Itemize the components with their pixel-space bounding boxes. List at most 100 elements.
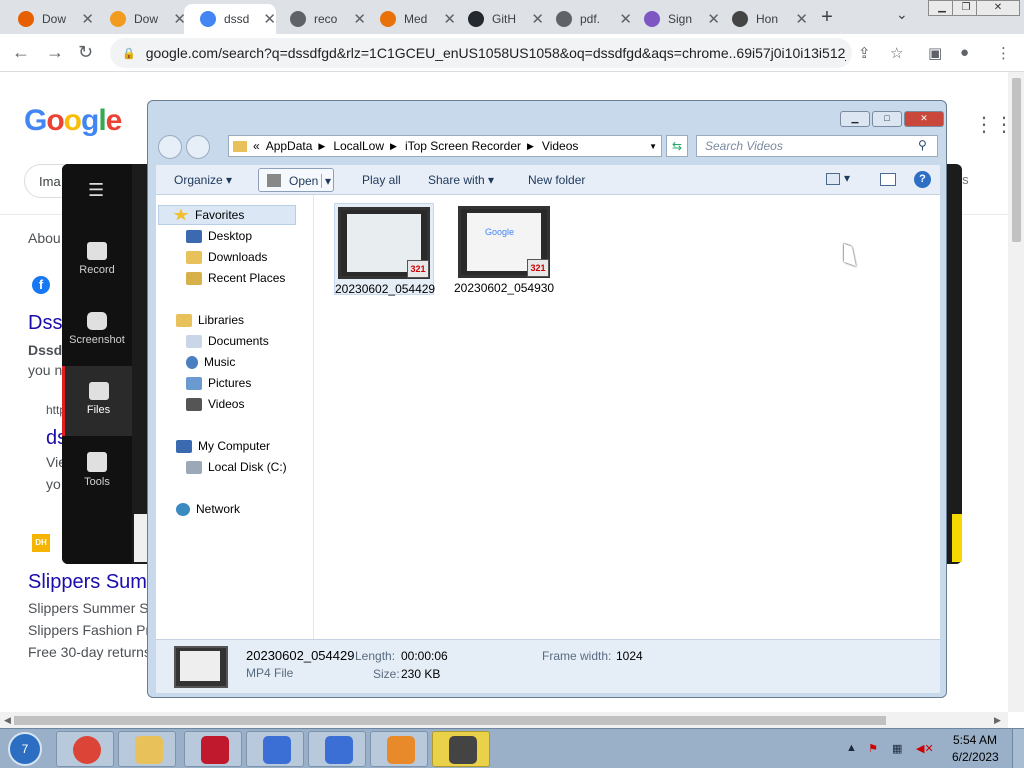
tab-active-google[interactable]: dssd ✕: [184, 4, 276, 34]
start-button[interactable]: 7: [8, 732, 42, 766]
file-item[interactable]: Google 321 20230602_054930: [454, 203, 554, 295]
nav-network[interactable]: Network: [176, 502, 240, 516]
nav-videos[interactable]: Videos: [186, 397, 244, 411]
tab-search-chevron-icon[interactable]: ⌄: [896, 6, 908, 23]
tab-9[interactable]: Hon ✕: [716, 4, 808, 34]
itop-nav-screenshot[interactable]: Screenshot: [62, 296, 132, 366]
tab-6[interactable]: GitH ✕: [452, 4, 544, 34]
volume-muted-icon[interactable]: ◀✕: [916, 742, 934, 755]
google-logo[interactable]: Google: [24, 104, 122, 138]
medium-icon: [380, 11, 396, 27]
close-window-button[interactable]: ✕: [904, 111, 944, 127]
change-view-icon[interactable]: [826, 173, 840, 185]
refresh-icon[interactable]: ⇆: [666, 135, 688, 157]
tray-chevron-up-icon[interactable]: ▲: [846, 742, 857, 754]
profile-avatar-icon[interactable]: ●: [960, 44, 969, 61]
hamburger-menu-icon[interactable]: ☰: [88, 180, 104, 201]
apps-grid-icon[interactable]: ⋮⋮⋮: [974, 112, 1008, 137]
breadcrumb-separator-icon[interactable]: ▶: [527, 141, 534, 152]
open-button[interactable]: Open ▾: [258, 168, 334, 192]
preview-pane-icon[interactable]: [880, 173, 896, 186]
taskbar-video-app[interactable]: [370, 731, 428, 767]
nav-downloads[interactable]: Downloads: [186, 250, 267, 264]
play-all-button[interactable]: Play all: [362, 173, 401, 187]
star-icon[interactable]: ☆: [890, 44, 903, 62]
reload-icon[interactable]: ↻: [78, 42, 93, 63]
new-folder-button[interactable]: New folder: [528, 173, 585, 187]
taskbar-p-app-1[interactable]: [246, 731, 304, 767]
close-icon[interactable]: ✕: [795, 10, 808, 28]
tab-4[interactable]: reco ✕: [274, 4, 366, 34]
kebab-menu-icon[interactable]: ⋮: [996, 44, 1011, 62]
music-note-icon: [186, 355, 198, 369]
share-with-button[interactable]: Share with ▾: [428, 173, 494, 187]
close-icon[interactable]: ✕: [81, 10, 94, 28]
result-title[interactable]: Dss: [28, 312, 62, 335]
nav-pictures[interactable]: Pictures: [186, 376, 251, 390]
scroll-thumb[interactable]: [1012, 78, 1021, 242]
back-arrow-icon[interactable]: ←: [12, 42, 30, 63]
breadcrumb-separator-icon[interactable]: ▶: [318, 141, 325, 152]
new-tab-button[interactable]: +: [816, 4, 838, 30]
search-icon[interactable]: ⚲: [918, 138, 927, 152]
taskbar-explorer[interactable]: [118, 731, 176, 767]
search-input[interactable]: Search Videos: [696, 135, 938, 157]
taskbar-itop-recorder[interactable]: [184, 731, 242, 767]
taskbar-chrome[interactable]: [56, 731, 114, 767]
nav-music[interactable]: Music: [186, 355, 235, 369]
result-title[interactable]: Slippers Sum: [28, 571, 147, 594]
network-icon[interactable]: ▦: [892, 742, 902, 755]
chevron-down-icon[interactable]: ▼: [649, 142, 657, 151]
nav-my-computer[interactable]: My Computer: [176, 439, 270, 453]
vertical-scrollbar[interactable]: [1008, 72, 1024, 712]
nav-libraries[interactable]: Libraries: [176, 313, 244, 327]
organize-button[interactable]: Organize ▾: [174, 173, 232, 187]
file-item[interactable]: 321 20230602_054429: [334, 203, 435, 296]
nav-local-disk[interactable]: Local Disk (C:): [186, 460, 287, 474]
horizontal-scrollbar[interactable]: ◀ ▶: [0, 712, 1008, 728]
url-text: google.com/search?q=dssdfgd&rlz=1C1GCEU_…: [145, 45, 846, 61]
nav-desktop[interactable]: Desktop: [186, 229, 252, 243]
nav-favorites[interactable]: Favorites: [158, 205, 296, 225]
itop-nav-tools[interactable]: Tools: [62, 436, 132, 506]
taskbar-media-player[interactable]: [432, 731, 490, 767]
overflow-chevron-icon[interactable]: «: [253, 139, 260, 153]
tab-7[interactable]: pdf. ✕: [540, 4, 632, 34]
address-bar[interactable]: « AppData ▶ LocalLow ▶ iTop Screen Recor…: [228, 135, 662, 157]
scroll-thumb[interactable]: [14, 716, 886, 725]
address-bar[interactable]: 🔒 google.com/search?q=dssdfgd&rlz=1C1GCE…: [110, 38, 852, 68]
breadcrumb-locallow[interactable]: LocalLow: [333, 139, 384, 153]
forward-arrow-icon[interactable]: [186, 135, 210, 159]
close-window-button[interactable]: ✕: [976, 0, 1020, 16]
breadcrumb-appdata[interactable]: AppData: [266, 139, 313, 153]
nav-label: Local Disk (C:): [208, 460, 287, 474]
media-player-badge-icon: 321: [527, 259, 549, 277]
breadcrumb-itop[interactable]: iTop Screen Recorder: [405, 139, 521, 153]
scroll-right-icon[interactable]: ▶: [994, 715, 1001, 726]
back-arrow-icon[interactable]: [158, 135, 182, 159]
action-center-flag-icon[interactable]: ⚑: [868, 742, 878, 755]
forward-arrow-icon[interactable]: →: [46, 42, 64, 63]
nav-documents[interactable]: Documents: [186, 334, 269, 348]
breadcrumb-separator-icon[interactable]: ▶: [390, 141, 397, 152]
itop-nav-files[interactable]: Files: [62, 366, 132, 436]
tab-5[interactable]: Med ✕: [364, 4, 456, 34]
side-panel-icon[interactable]: ▣: [928, 44, 942, 62]
minimize-button[interactable]: ▁: [840, 111, 870, 127]
tab-2[interactable]: Dow ✕: [94, 4, 186, 34]
share-icon[interactable]: ⇪: [858, 44, 871, 62]
taskbar-p-app-2[interactable]: [308, 731, 366, 767]
chevron-down-icon[interactable]: ▾: [844, 171, 850, 185]
scroll-left-icon[interactable]: ◀: [4, 715, 11, 726]
nav-recent-places[interactable]: Recent Places: [186, 271, 285, 285]
tab-8[interactable]: Sign ✕: [628, 4, 720, 34]
maximize-button[interactable]: □: [872, 111, 902, 127]
show-desktop-button[interactable]: [1012, 729, 1024, 768]
itop-nav-record[interactable]: Record: [62, 226, 132, 296]
tab-1[interactable]: Dow ✕: [2, 4, 94, 34]
clock[interactable]: 5:54 AM 6/2/2023: [952, 733, 999, 764]
taskbar: 7 ▲ ⚑ ▦ ◀✕ 5:54 AM 6/2/2023: [0, 728, 1024, 768]
chevron-down-icon[interactable]: ▾: [321, 174, 331, 188]
breadcrumb-videos[interactable]: Videos: [542, 139, 578, 153]
help-icon[interactable]: ?: [914, 171, 931, 188]
